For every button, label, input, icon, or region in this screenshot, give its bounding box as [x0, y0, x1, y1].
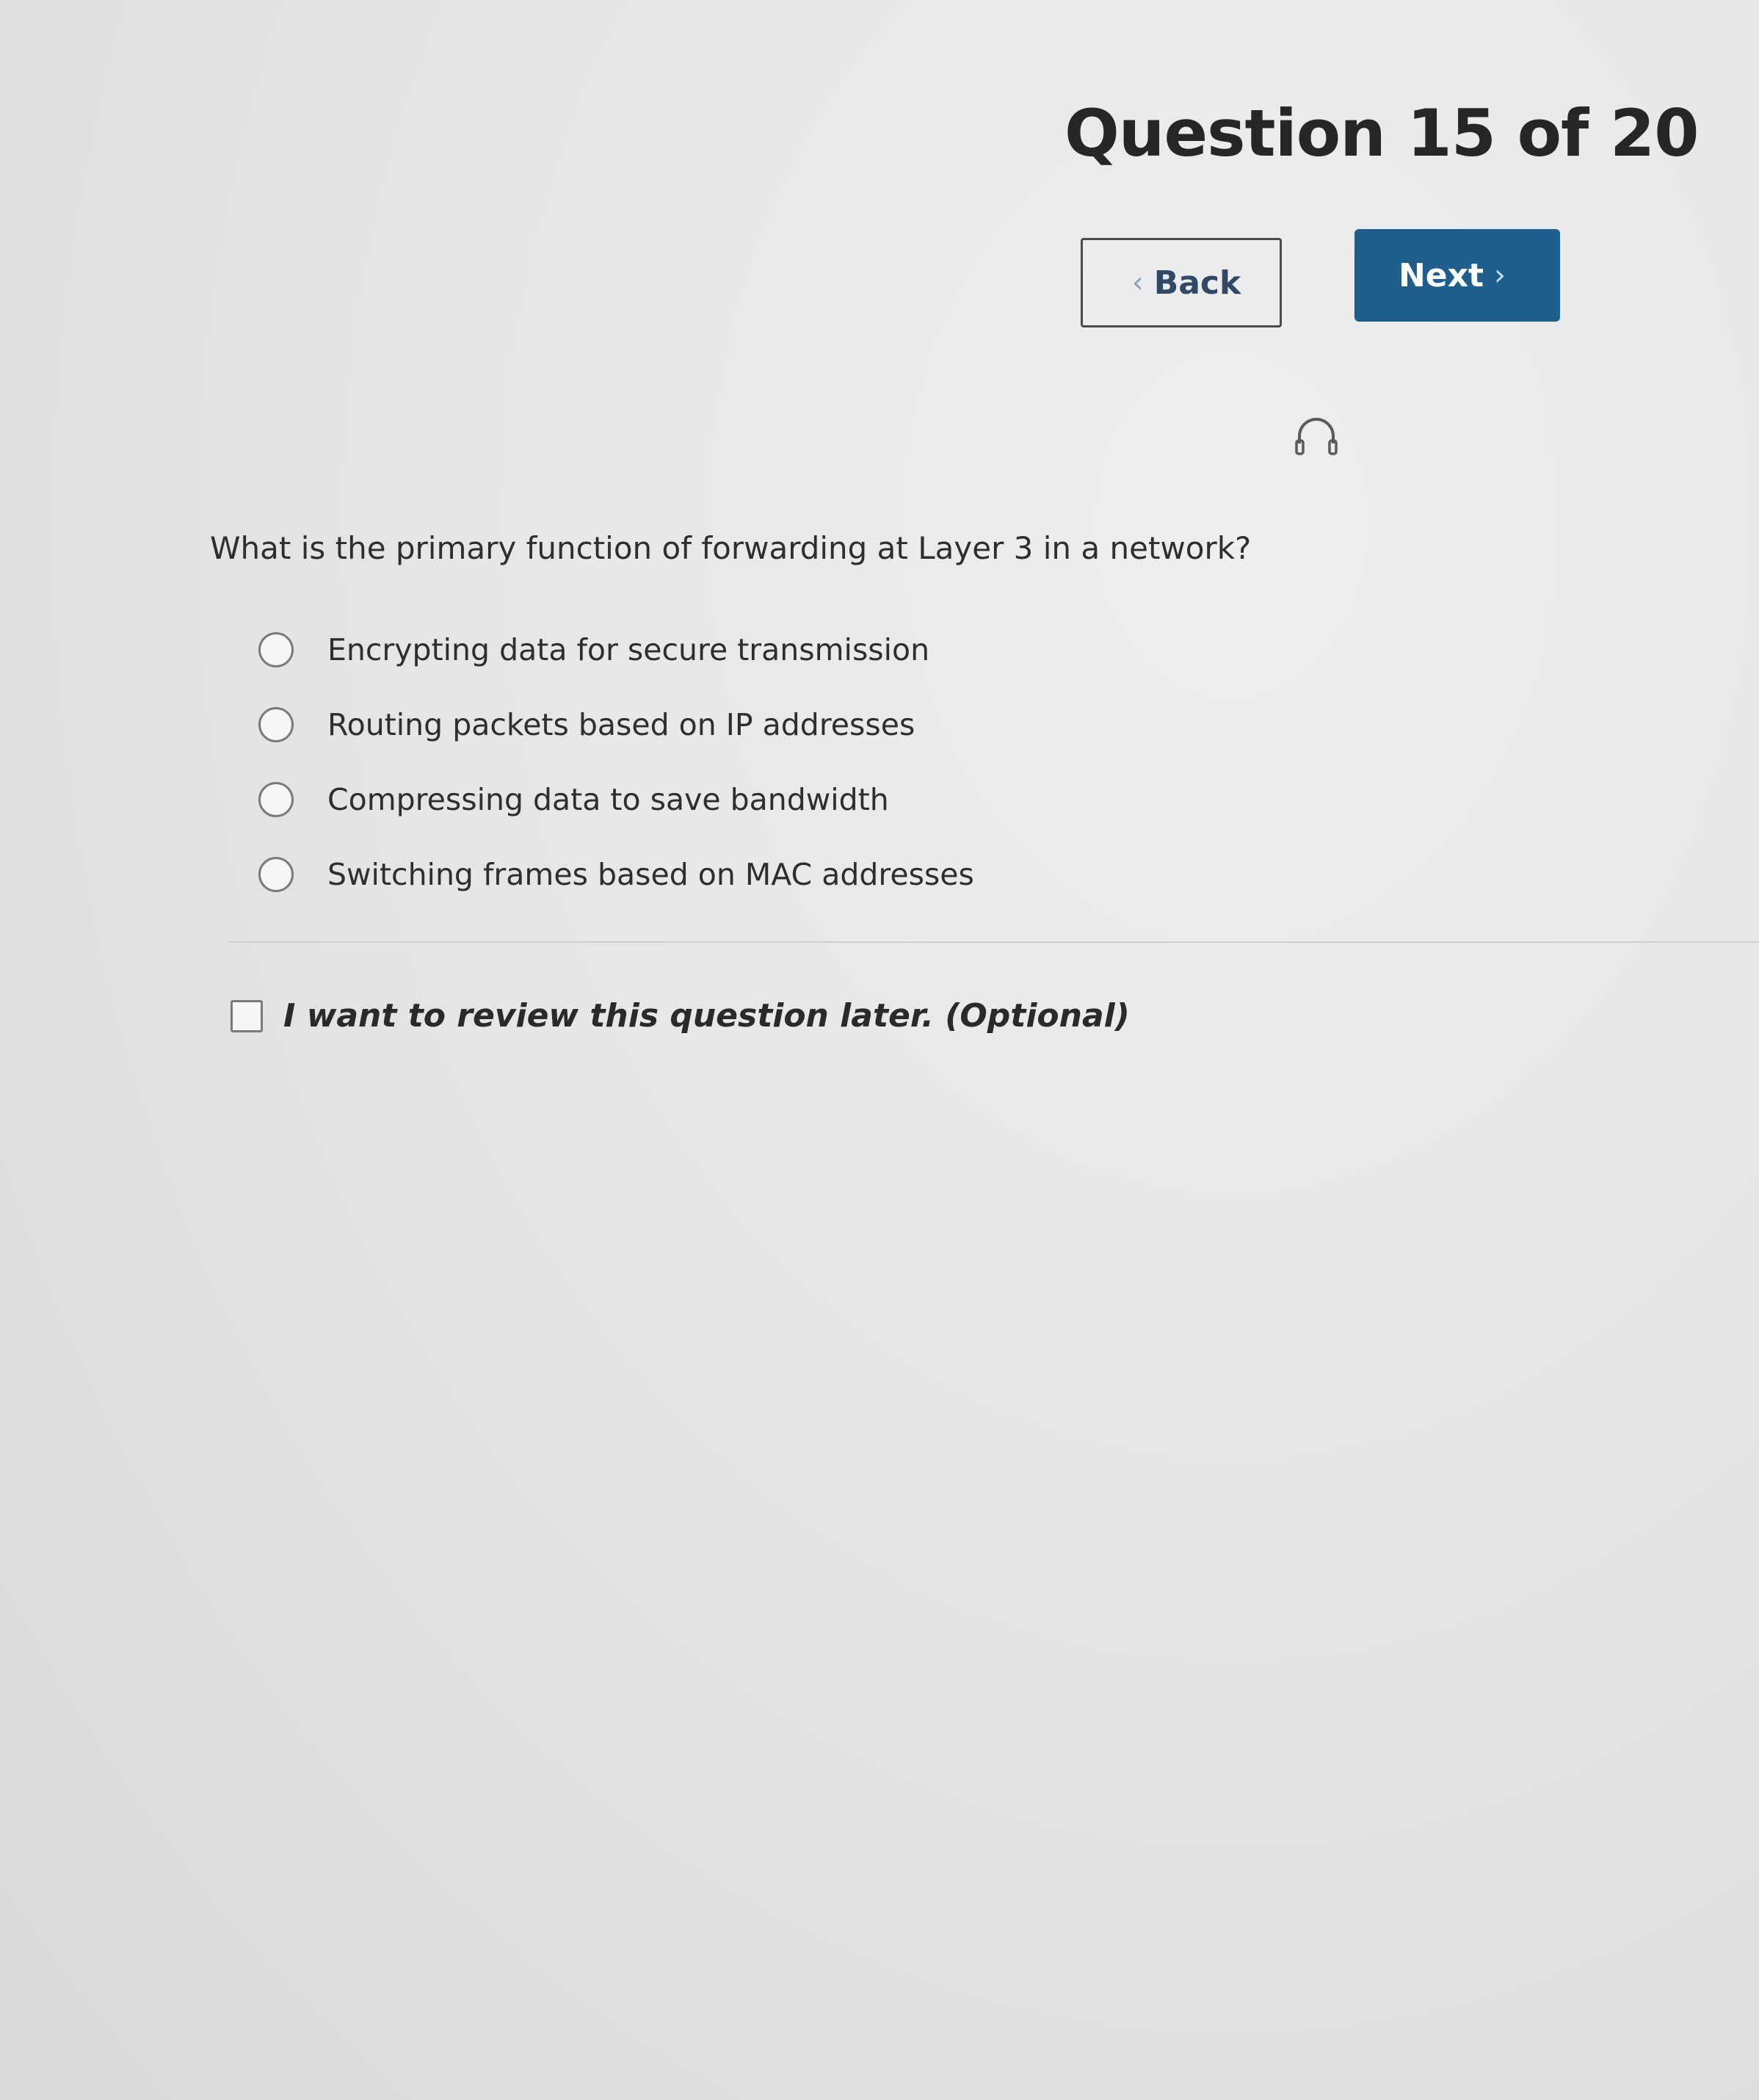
back-button[interactable]: ‹ Back — [1081, 238, 1282, 327]
radio-button[interactable] — [258, 857, 294, 892]
option-label: Switching frames based on MAC addresses — [327, 857, 974, 892]
divider — [229, 941, 1759, 943]
page-title: Question 15 of 20 — [1065, 95, 1699, 171]
next-button[interactable]: Next › — [1354, 229, 1560, 322]
radio-button[interactable] — [258, 707, 294, 742]
option-label: Compressing data to save bandwidth — [327, 782, 889, 817]
answer-option[interactable]: Routing packets based on IP addresses — [258, 687, 974, 762]
review-later-option[interactable]: I want to review this question later. (O… — [231, 997, 1130, 1035]
next-button-label: Next — [1398, 256, 1484, 294]
review-later-label: I want to review this question later. (O… — [283, 997, 1130, 1035]
option-label: Routing packets based on IP addresses — [327, 707, 915, 742]
question-text: What is the primary function of forwardi… — [210, 530, 1252, 566]
back-button-label: Back — [1153, 264, 1241, 302]
radio-button[interactable] — [258, 632, 294, 667]
option-label: Encrypting data for secure transmission — [327, 632, 930, 667]
headphones-icon[interactable] — [1294, 416, 1339, 458]
answer-option[interactable]: Switching frames based on MAC addresses — [258, 837, 974, 912]
chevron-left-icon: ‹ — [1131, 266, 1144, 300]
answer-option[interactable]: Encrypting data for secure transmission — [258, 612, 974, 687]
chevron-right-icon: › — [1494, 258, 1506, 292]
review-later-checkbox[interactable] — [231, 999, 263, 1032]
answer-options: Encrypting data for secure transmission … — [258, 612, 974, 912]
radio-button[interactable] — [258, 782, 294, 817]
answer-option[interactable]: Compressing data to save bandwidth — [258, 762, 974, 837]
